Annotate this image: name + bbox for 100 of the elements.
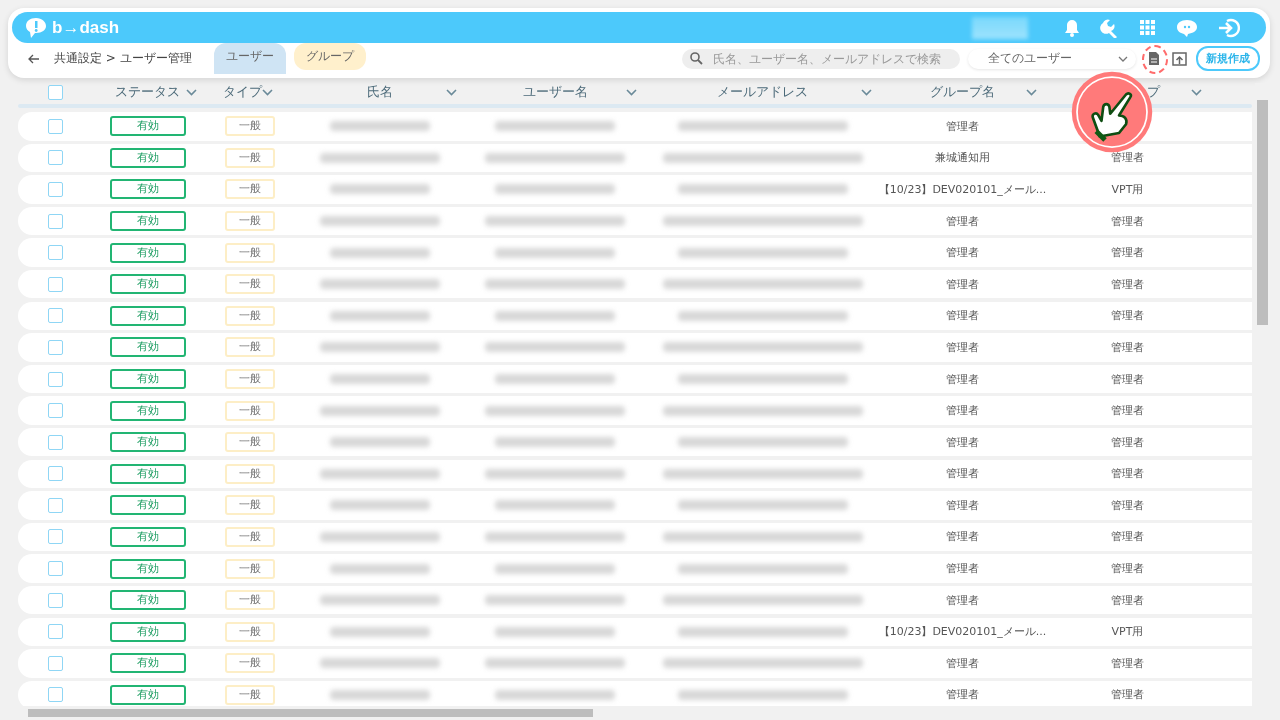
table-cell: 管理者 xyxy=(946,339,979,355)
tab[interactable]: グループ xyxy=(293,43,366,70)
column-header[interactable]: ユーザー名 xyxy=(522,83,588,101)
chevron-down-icon[interactable] xyxy=(1026,88,1037,96)
table-row[interactable]: 有効 一般 管理者 管理者 xyxy=(18,206,1252,236)
column-header[interactable]: タイプ xyxy=(223,83,262,101)
type-badge: 一般 xyxy=(225,684,275,705)
table-cell: 管理者 xyxy=(946,276,979,292)
row-checkbox[interactable] xyxy=(47,466,63,482)
row-checkbox[interactable] xyxy=(47,624,63,640)
row-checkbox[interactable] xyxy=(47,403,63,419)
chevron-down-icon[interactable] xyxy=(262,88,273,96)
table-row[interactable]: 有効 一般 管理者 管理者 xyxy=(18,554,1252,583)
table-cell: 管理者 xyxy=(1111,308,1144,324)
table-row[interactable]: 有効 一般 管理者 管理者 xyxy=(18,649,1252,678)
wrench-icon[interactable] xyxy=(1100,17,1120,38)
user-filter-dropdown[interactable]: 全てのユーザー xyxy=(968,48,1136,69)
back-arrow-icon[interactable] xyxy=(28,53,40,64)
table-row[interactable]: 有効 一般 管理者 管理者 xyxy=(18,585,1252,615)
table-cell: 管理者 xyxy=(946,655,979,671)
table-cell: 【10/23】DEV020101_メール... xyxy=(878,181,1047,197)
table-cell: 管理者 xyxy=(1111,561,1144,577)
bell-icon[interactable] xyxy=(1064,18,1080,37)
chevron-down-icon[interactable] xyxy=(186,88,197,96)
table-row[interactable]: 有効 一般 管理者 xyxy=(18,112,1252,141)
table-cell: 管理者 xyxy=(1111,434,1144,450)
type-badge: 一般 xyxy=(225,432,275,453)
table-cell: 管理者 xyxy=(946,561,979,577)
row-checkbox[interactable] xyxy=(47,181,63,197)
table-row[interactable]: 有効 一般 管理者 管理者 xyxy=(18,238,1252,267)
status-badge: 有効 xyxy=(109,116,186,137)
table-row[interactable]: 有効 一般 【10/23】DEV020101_メール... VPT用 xyxy=(18,175,1252,204)
type-badge: 一般 xyxy=(225,369,275,389)
table-cell: 【10/23】DEV020101_メール... xyxy=(878,624,1047,640)
type-badge: 一般 xyxy=(225,179,275,200)
row-checkbox[interactable] xyxy=(47,245,63,261)
table-cell: 管理者 xyxy=(946,592,979,608)
status-badge: 有効 xyxy=(109,305,186,326)
tab[interactable]: ユーザー xyxy=(213,43,286,74)
row-checkbox[interactable] xyxy=(47,339,63,355)
row-checkbox[interactable] xyxy=(47,687,63,703)
row-checkbox[interactable] xyxy=(47,592,63,608)
table-row[interactable]: 有効 一般 管理者 管理者 xyxy=(18,522,1252,552)
status-badge: 有効 xyxy=(109,147,186,168)
row-checkbox[interactable] xyxy=(47,434,63,450)
status-badge: 有効 xyxy=(109,274,186,295)
row-checkbox[interactable] xyxy=(47,213,63,229)
document-icon[interactable] xyxy=(1148,51,1160,66)
column-header[interactable]: 氏名 xyxy=(367,83,393,101)
column-header[interactable]: ステータス xyxy=(115,83,180,101)
table-row[interactable]: 有効 一般 管理者 管理者 xyxy=(18,333,1252,362)
table-row[interactable]: 有効 一般 管理者 管理者 xyxy=(18,396,1252,425)
table-row[interactable]: 有効 一般 兼城通知用 管理者 xyxy=(18,143,1252,173)
row-checkbox[interactable] xyxy=(47,561,63,577)
row-checkbox[interactable] xyxy=(47,276,63,292)
row-checkbox[interactable] xyxy=(47,118,63,134)
column-header[interactable]: プ xyxy=(1147,83,1160,101)
chat-bubble-icon[interactable] xyxy=(1176,17,1198,38)
table-row[interactable]: 有効 一般 管理者 管理者 xyxy=(18,427,1252,457)
chevron-down-icon[interactable] xyxy=(446,88,457,96)
table-row[interactable]: 有効 一般 管理者 管理者 xyxy=(18,364,1252,394)
search-field[interactable]: 氏名、ユーザー名、メールアドレスで検索 xyxy=(682,48,960,69)
table-cell: 管理者 xyxy=(1111,245,1144,261)
caret-icon[interactable] xyxy=(1118,55,1128,62)
table-cell: 管理者 xyxy=(1111,497,1144,513)
table-cell: 管理者 xyxy=(1111,403,1144,419)
chevron-down-icon[interactable] xyxy=(1191,88,1202,96)
table-cell: 管理者 xyxy=(1111,276,1144,292)
status-badge: 有効 xyxy=(109,369,186,389)
select-all-checkbox[interactable] xyxy=(47,84,63,100)
column-header[interactable]: グループ名 xyxy=(930,83,995,101)
breadcrumb: 共通設定 > ユーザー管理 xyxy=(54,50,192,67)
sign-in-icon[interactable] xyxy=(1218,17,1240,38)
row-checkbox[interactable] xyxy=(47,655,63,671)
table-cell: 管理者 xyxy=(946,403,979,419)
row-checkbox[interactable] xyxy=(47,150,63,166)
status-badge: 有効 xyxy=(109,463,186,484)
row-checkbox[interactable] xyxy=(47,529,63,545)
table-row[interactable]: 有効 一般 【10/23】DEV020101_メール... VPT用 xyxy=(18,617,1252,646)
type-badge: 一般 xyxy=(225,526,275,547)
redacted-user-name xyxy=(972,16,1028,39)
row-checkbox[interactable] xyxy=(47,308,63,324)
table-cell: 管理者 xyxy=(1111,687,1144,703)
table-cell: VPT用 xyxy=(1111,624,1144,640)
status-badge: 有効 xyxy=(109,242,186,263)
status-badge: 有効 xyxy=(109,558,186,579)
table-row[interactable]: 有効 一般 管理者 管理者 xyxy=(18,459,1252,489)
table-cell: 管理者 xyxy=(946,434,979,450)
row-checkbox[interactable] xyxy=(47,371,63,387)
chevron-down-icon[interactable] xyxy=(626,88,637,96)
upload-icon[interactable] xyxy=(1172,51,1187,66)
table-row[interactable]: 有効 一般 管理者 管理者 xyxy=(18,269,1252,299)
table-row[interactable]: 有効 一般 管理者 管理者 xyxy=(18,301,1252,331)
status-badge: 有効 xyxy=(109,526,186,547)
column-header[interactable]: メールアドレス xyxy=(717,83,808,101)
table-row[interactable]: 有効 一般 管理者 管理者 xyxy=(18,491,1252,520)
grid-icon[interactable] xyxy=(1140,19,1156,36)
table-cell: 管理者 xyxy=(1111,529,1144,545)
chevron-down-icon[interactable] xyxy=(861,88,872,96)
row-checkbox[interactable] xyxy=(47,497,63,513)
